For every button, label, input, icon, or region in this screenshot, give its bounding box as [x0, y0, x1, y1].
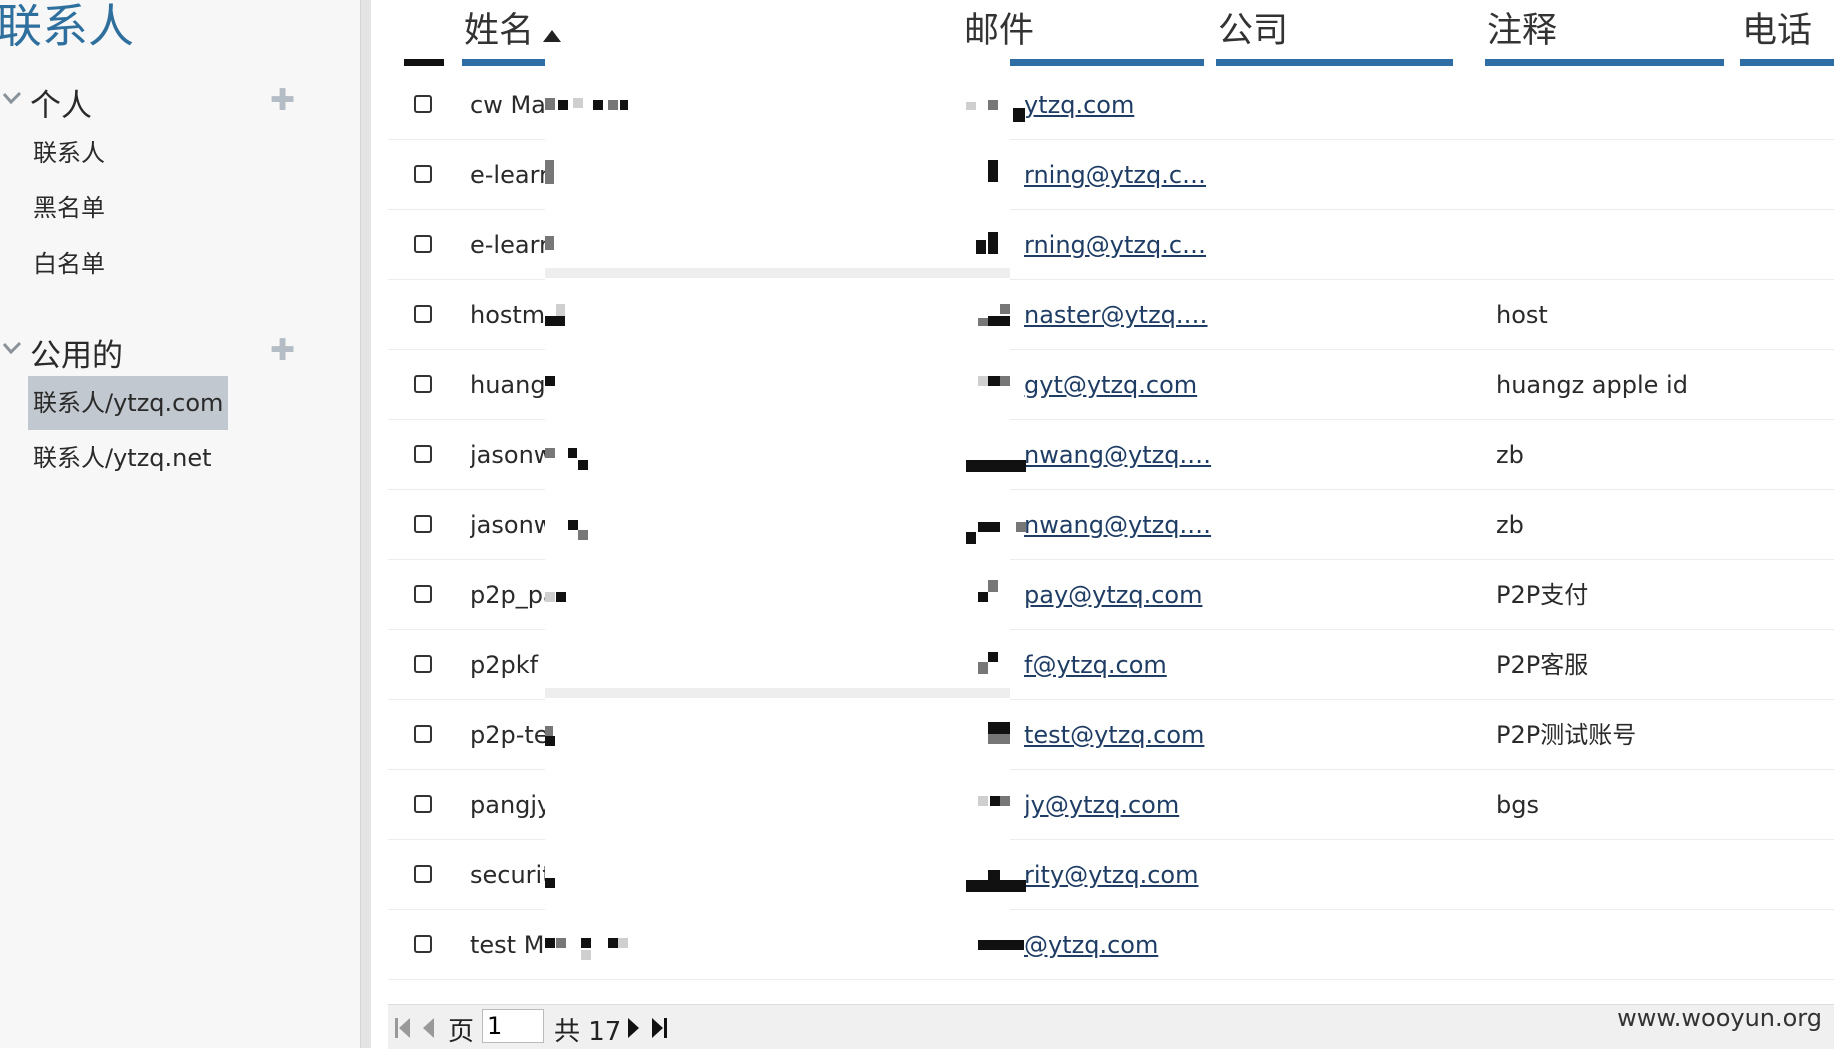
column-header-phone-label: 电话 — [1742, 11, 1813, 51]
row-checkbox[interactable] — [414, 375, 432, 393]
row-checkbox[interactable] — [414, 445, 432, 463]
page-total: 共 17 — [554, 1017, 622, 1047]
page-label: 页 — [448, 1017, 475, 1047]
sidebar-splitter[interactable] — [360, 0, 371, 1048]
column-header-notes-label: 注释 — [1487, 11, 1558, 51]
column-header-phone[interactable]: 电话 — [1740, 0, 1834, 66]
contact-note: host — [1496, 301, 1548, 329]
contact-note — [1496, 210, 1826, 280]
app-title: 联系人 — [0, 0, 134, 53]
column-header-company-label: 公司 — [1218, 11, 1289, 51]
sidebar-item-whitelist[interactable]: 白名单 — [28, 237, 110, 291]
column-header-name[interactable]: 姓名 — [462, 0, 936, 66]
row-checkbox[interactable] — [414, 515, 432, 533]
row-checkbox[interactable] — [414, 165, 432, 183]
redaction-band — [545, 268, 1010, 278]
row-checkbox[interactable] — [414, 795, 432, 813]
contact-note — [1496, 140, 1826, 210]
contact-note: zb — [1496, 511, 1524, 539]
contact-note: huangz apple id — [1496, 371, 1688, 399]
group-label-shared: 公用的 — [30, 338, 123, 374]
row-checkbox[interactable] — [414, 305, 432, 323]
group-header-personal[interactable]: 个人 ✚ — [0, 78, 300, 124]
row-checkbox[interactable] — [414, 935, 432, 953]
chevron-down-icon — [2, 340, 22, 360]
contact-note: P2P测试账号 — [1496, 721, 1637, 749]
sidebar-item-contacts-ytzq-net[interactable]: 联系人/ytzq.net — [28, 431, 217, 485]
row-checkbox[interactable] — [414, 585, 432, 603]
group-label-personal: 个人 — [30, 88, 92, 124]
contact-note: zb — [1496, 441, 1524, 469]
column-header-email-label: 邮件 — [964, 11, 1035, 51]
sidebar-item-contacts[interactable]: 联系人 — [28, 126, 110, 180]
contact-note — [1496, 70, 1826, 140]
row-checkbox[interactable] — [414, 655, 432, 673]
chevron-down-icon — [2, 90, 22, 110]
row-checkbox[interactable] — [414, 865, 432, 883]
row-checkbox[interactable] — [414, 725, 432, 743]
add-group-item-icon[interactable]: ✚ — [270, 336, 295, 366]
column-header-notes[interactable]: 注释 — [1485, 0, 1724, 66]
previous-page-icon[interactable] — [422, 1017, 436, 1043]
contact-note: P2P支付 — [1496, 581, 1589, 609]
next-page-icon[interactable] — [626, 1017, 640, 1043]
redaction-mask — [545, 58, 1010, 978]
column-header-name-label: 姓名 — [464, 11, 535, 51]
page-number-input[interactable] — [482, 1009, 544, 1043]
sidebar-item-contacts-ytzq-com[interactable]: 联系人/ytzq.com — [28, 376, 229, 430]
first-page-icon[interactable] — [394, 1017, 412, 1043]
redaction-band — [545, 688, 1010, 698]
sidebar-item-blacklist[interactable]: 黑名单 — [28, 181, 110, 235]
column-header-company[interactable]: 公司 — [1216, 0, 1453, 66]
contacts-table: 姓名 邮件 公司 注释 电话 cw Ma ytzq.com e-learr rn… — [388, 0, 1834, 1004]
contact-note: bgs — [1496, 791, 1539, 819]
last-page-icon[interactable] — [650, 1017, 668, 1043]
column-header-email[interactable]: 邮件 — [962, 0, 1204, 66]
sort-ascending-icon — [542, 12, 562, 52]
add-group-item-icon[interactable]: ✚ — [270, 86, 295, 116]
sidebar: 联系人 个人 ✚ 联系人 黑名单 白名单 公用的 ✚ 联系人/ytzq.com … — [0, 0, 360, 1048]
contact-note: P2P客服 — [1496, 651, 1589, 679]
group-header-shared[interactable]: 公用的 ✚ — [0, 328, 300, 374]
select-all-column-header[interactable] — [404, 0, 444, 66]
contact-note — [1496, 910, 1826, 980]
row-checkbox[interactable] — [414, 235, 432, 253]
row-checkbox[interactable] — [414, 95, 432, 113]
watermark: www.wooyun.org — [1617, 1004, 1822, 1032]
contact-note — [1496, 840, 1826, 910]
